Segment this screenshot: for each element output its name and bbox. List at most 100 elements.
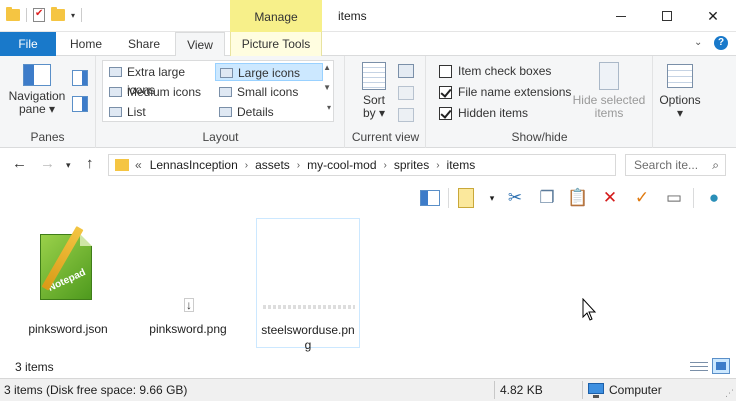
search-input[interactable]: Search ite... ⌕ bbox=[625, 154, 726, 176]
tab-share[interactable]: Share bbox=[120, 32, 168, 56]
options-button[interactable]: Options ▾ bbox=[654, 64, 706, 120]
item-check-boxes-toggle[interactable]: Item check boxes bbox=[439, 62, 551, 80]
collapse-ribbon-icon[interactable]: ⌄ bbox=[694, 37, 702, 48]
help-icon[interactable]: ? bbox=[714, 36, 728, 50]
maximize-icon bbox=[662, 11, 672, 21]
breadcrumb-item[interactable]: sprites bbox=[394, 158, 429, 172]
properties-icon[interactable] bbox=[33, 8, 45, 22]
layout-large-icons[interactable]: Large icons bbox=[215, 63, 323, 81]
layout-medium-icons[interactable]: Medium icons bbox=[105, 83, 213, 101]
file-name: steelsworduse.pn g bbox=[257, 323, 359, 353]
panes-group: Navigation pane ▾ Panes bbox=[0, 56, 96, 148]
file-name-extensions-checkbox[interactable] bbox=[439, 85, 452, 99]
address-bar[interactable]: « LennasInception › assets › my-cool-mod › … bbox=[108, 154, 716, 176]
hide-selected-items-button: Hide selected items bbox=[571, 62, 647, 120]
file-name: pinksword.json bbox=[16, 322, 120, 337]
breadcrumb: « LennasInception › assets › my-cool-mod › … bbox=[135, 158, 475, 172]
breadcrumb-overflow[interactable]: « bbox=[135, 158, 142, 172]
divider bbox=[582, 381, 583, 399]
back-arrow-icon[interactable]: ← bbox=[12, 155, 27, 172]
hidden-items-checkbox[interactable] bbox=[439, 106, 452, 120]
recent-locations-icon[interactable]: ▾ bbox=[66, 160, 71, 171]
size-columns-icon bbox=[398, 108, 414, 122]
layout-item-label: Large icons bbox=[238, 66, 301, 80]
dropdown-icon[interactable]: ▾ bbox=[480, 186, 504, 210]
breadcrumb-separator-icon[interactable]: › bbox=[245, 160, 248, 171]
breadcrumb-separator-icon[interactable]: › bbox=[384, 160, 387, 171]
file-item[interactable]: ↓ pinksword.png bbox=[136, 218, 240, 348]
item-check-boxes-checkbox[interactable] bbox=[439, 64, 452, 78]
navigation-pane-button[interactable]: Navigation pane ▾ bbox=[6, 64, 68, 116]
tab-picture-tools[interactable]: Picture Tools bbox=[230, 32, 322, 56]
panes-group-label: Panes bbox=[30, 130, 65, 144]
minimize-button[interactable] bbox=[598, 0, 644, 32]
item-check-boxes-label: Item check boxes bbox=[458, 64, 552, 78]
shell-icon[interactable]: ● bbox=[702, 186, 726, 210]
delete-icon[interactable]: ✕ bbox=[598, 186, 622, 210]
tab-view[interactable]: View bbox=[175, 32, 225, 57]
sort-by-button[interactable]: Sort by ▾ bbox=[356, 62, 392, 120]
layout-item-label: Small icons bbox=[237, 85, 299, 99]
layout-toggle-icon[interactable] bbox=[420, 190, 440, 206]
properties-doc-icon[interactable] bbox=[458, 188, 474, 208]
customize-qat-icon[interactable]: ▾ bbox=[71, 11, 75, 20]
details-view-icon[interactable] bbox=[690, 358, 708, 374]
gallery-scroll-down-icon[interactable]: ▼ bbox=[323, 83, 331, 92]
divider bbox=[494, 381, 495, 399]
cut-icon[interactable]: ✂ bbox=[503, 186, 527, 210]
breadcrumb-item[interactable]: assets bbox=[255, 158, 290, 172]
breadcrumb-item[interactable]: LennasInception bbox=[150, 158, 238, 172]
close-button[interactable]: ✕ bbox=[690, 0, 736, 32]
new-folder-icon[interactable] bbox=[51, 7, 65, 21]
current-view-group: Sort by ▾ Current view bbox=[346, 56, 426, 148]
file-name-extensions-toggle[interactable]: File name extensions bbox=[439, 83, 571, 101]
group-by-icon[interactable] bbox=[398, 64, 414, 78]
item-count: 3 items bbox=[15, 360, 54, 374]
minimize-icon bbox=[616, 15, 626, 17]
layout-details[interactable]: Details bbox=[215, 103, 323, 121]
large-icons-view-icon[interactable] bbox=[712, 358, 730, 374]
hide-selected-icon bbox=[599, 62, 619, 90]
tab-home[interactable]: Home bbox=[62, 32, 110, 56]
extra-large-icons-icon bbox=[109, 67, 122, 77]
maximize-button[interactable] bbox=[644, 0, 690, 32]
tab-file[interactable]: File bbox=[0, 32, 56, 56]
breadcrumb-item[interactable]: items bbox=[447, 158, 476, 172]
file-list: Notepad pinksword.json ↓ pinksword.png s… bbox=[0, 214, 736, 354]
file-item[interactable]: Notepad pinksword.json bbox=[16, 218, 120, 348]
breadcrumb-item[interactable]: my-cool-mod bbox=[307, 158, 376, 172]
hide-selected-label-2: items bbox=[594, 106, 624, 120]
gallery-expand-icon[interactable]: ▾ bbox=[327, 103, 331, 112]
gallery-scroll-up-icon[interactable]: ▲ bbox=[323, 63, 331, 72]
window-title: items bbox=[338, 9, 367, 23]
sort-by-label-2: by ▾ bbox=[362, 106, 386, 120]
layout-list[interactable]: List bbox=[105, 103, 213, 121]
file-item-selected[interactable]: steelsworduse.pn g bbox=[256, 218, 360, 352]
details-pane-icon[interactable] bbox=[72, 96, 88, 112]
options-group: Options ▾ bbox=[654, 56, 736, 148]
forward-arrow-icon[interactable]: → bbox=[40, 155, 55, 172]
rename-icon[interactable]: ▭ bbox=[662, 186, 686, 210]
status-bar: 3 items (Disk free space: 9.66 GB) 4.82 … bbox=[0, 378, 736, 401]
breadcrumb-separator-icon[interactable]: › bbox=[436, 160, 439, 171]
quick-access-toolbar: ▾ bbox=[6, 7, 83, 22]
view-status-row: 3 items bbox=[0, 354, 736, 378]
layout-group: Extra large icons Large icons Medium ico… bbox=[97, 56, 345, 148]
copy-icon[interactable]: ❐ bbox=[535, 186, 559, 210]
layout-gallery: Extra large icons Large icons Medium ico… bbox=[102, 60, 334, 122]
check-icon[interactable]: ✓ bbox=[630, 186, 654, 210]
paste-icon[interactable]: 📋 bbox=[566, 186, 590, 210]
current-view-group-label: Current view bbox=[351, 130, 420, 144]
title-bar: ▾ Manage items ✕ bbox=[0, 0, 736, 32]
layout-extra-large-icons[interactable]: Extra large icons bbox=[105, 63, 213, 97]
layout-small-icons[interactable]: Small icons bbox=[215, 83, 323, 101]
preview-pane-icon[interactable] bbox=[72, 70, 88, 86]
breadcrumb-separator-icon[interactable]: › bbox=[297, 160, 300, 171]
resize-grip-icon[interactable]: ⋰ bbox=[725, 388, 734, 399]
divider bbox=[81, 8, 83, 22]
hidden-items-toggle[interactable]: Hidden items bbox=[439, 104, 528, 122]
up-arrow-icon[interactable]: ↑ bbox=[86, 155, 94, 172]
add-columns-icon bbox=[398, 86, 414, 100]
manage-contextual-tab[interactable]: Manage bbox=[230, 0, 322, 32]
folder-icon[interactable] bbox=[6, 7, 20, 21]
